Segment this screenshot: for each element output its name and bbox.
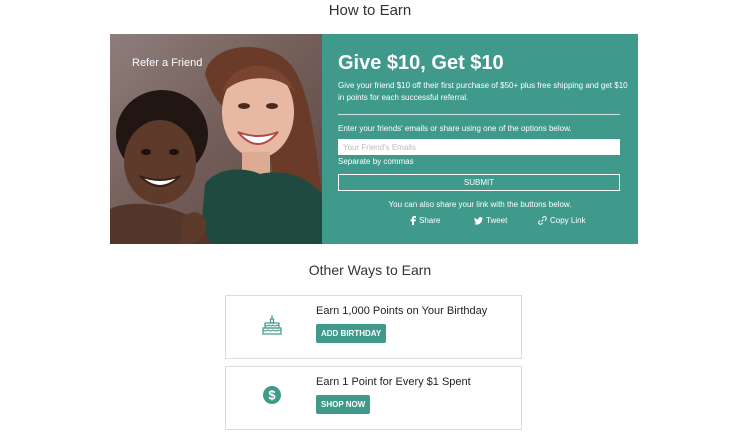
twitter-share-button[interactable]: Tweet bbox=[474, 216, 507, 225]
page-heading: How to Earn bbox=[328, 2, 412, 19]
birthday-cake-icon bbox=[262, 314, 282, 341]
referral-photo: Refer a Friend bbox=[110, 34, 322, 244]
friend-emails-input[interactable] bbox=[338, 139, 620, 155]
copy-link-button[interactable]: Copy Link bbox=[538, 216, 586, 225]
facebook-share-label: Share bbox=[419, 216, 441, 225]
referral-form: Give $10, Get $10 Give your friend $10 o… bbox=[322, 34, 638, 244]
offer-description: Give your friend $10 off their first pur… bbox=[338, 81, 628, 102]
share-instruction: You can also share your link with the bu… bbox=[388, 200, 572, 209]
refer-a-friend-label: Refer a Friend bbox=[132, 57, 203, 69]
spend-card: $ Earn 1 Point for Every $1 Spent SHOP N… bbox=[225, 366, 522, 430]
facebook-share-button[interactable]: Share bbox=[410, 216, 440, 225]
birthday-card-title: Earn 1,000 Points on Your Birthday bbox=[316, 305, 488, 317]
emails-instruction: Enter your friends' emails or share usin… bbox=[338, 124, 572, 133]
submit-button[interactable]: SUBMIT bbox=[338, 174, 620, 191]
copy-link-label: Copy Link bbox=[550, 216, 586, 225]
twitter-share-label: Tweet bbox=[486, 216, 508, 225]
referral-panel: Refer a Friend Give $10, Get $10 Give yo… bbox=[110, 34, 638, 244]
emails-hint: Separate by commas bbox=[338, 157, 414, 166]
shop-now-button[interactable]: SHOP NOW bbox=[316, 395, 371, 414]
offer-title: Give $10, Get $10 bbox=[338, 52, 504, 74]
svg-text:$: $ bbox=[268, 388, 276, 403]
add-birthday-button[interactable]: ADD BIRTHDAY bbox=[316, 324, 387, 343]
divider bbox=[338, 114, 620, 115]
twitter-icon bbox=[474, 216, 483, 225]
facebook-icon bbox=[410, 216, 416, 225]
dollar-coin-icon: $ bbox=[262, 385, 282, 410]
link-icon bbox=[538, 216, 547, 225]
birthday-card: Earn 1,000 Points on Your Birthday ADD B… bbox=[225, 295, 522, 359]
spend-card-title: Earn 1 Point for Every $1 Spent bbox=[316, 376, 471, 388]
other-ways-heading: Other Ways to Earn bbox=[308, 262, 432, 278]
